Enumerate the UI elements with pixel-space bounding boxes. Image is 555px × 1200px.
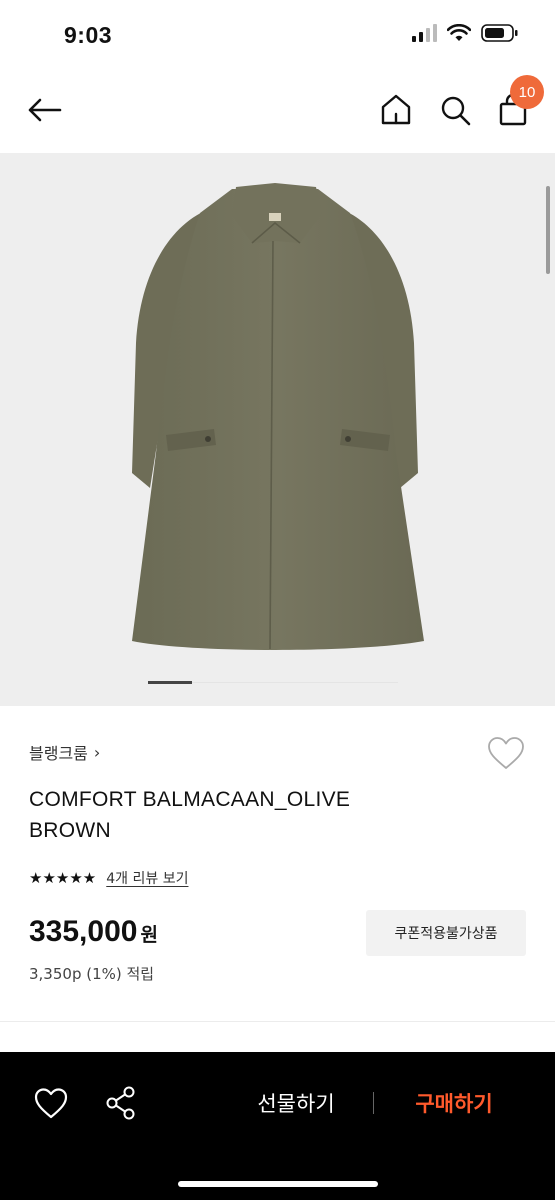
status-icons <box>411 24 519 42</box>
heart-icon <box>488 737 524 769</box>
price-currency: 원 <box>140 924 158 946</box>
scrollbar-thumb[interactable] <box>546 186 550 274</box>
heart-icon <box>34 1088 68 1119</box>
coupon-unavailable-tag: 쿠폰적용불가상품 <box>366 910 526 956</box>
product-image <box>132 183 424 650</box>
buy-button[interactable]: 구매하기 <box>394 1082 514 1124</box>
page-indicator-track <box>192 682 398 683</box>
chevron-right-icon: › <box>93 742 101 762</box>
back-button[interactable] <box>22 90 66 130</box>
wishlist-button[interactable] <box>486 736 526 772</box>
share-button[interactable] <box>100 1082 142 1124</box>
brand-link[interactable]: 블랭크룸 › <box>29 740 100 764</box>
status-time: 9:03 <box>64 22 113 48</box>
status-bar: 9:03 <box>0 0 555 72</box>
home-icon <box>381 94 411 125</box>
bottom-wishlist-button[interactable] <box>30 1082 72 1124</box>
cart-count-badge: 10 <box>510 75 544 109</box>
bottom-bar-separator <box>373 1092 374 1114</box>
bottom-action-bar: 선물하기 구매하기 <box>0 1052 555 1200</box>
gallery-page-indicator <box>148 681 398 684</box>
home-indicator[interactable] <box>178 1181 378 1187</box>
page-indicator-active <box>148 681 192 684</box>
battery-icon <box>481 24 518 42</box>
product-image-gallery[interactable] <box>0 153 555 706</box>
price-row: 335,000 원 <box>29 915 158 949</box>
wifi-icon <box>447 24 471 41</box>
section-divider <box>0 1021 555 1022</box>
star-rating: ★★★★★ <box>29 869 97 887</box>
points-text: 3,350p (1%) 적립 <box>29 965 155 983</box>
rating-row: ★★★★★ 4개 리뷰 보기 <box>29 868 188 888</box>
search-icon <box>441 96 471 126</box>
home-button[interactable] <box>376 90 416 130</box>
back-arrow-icon <box>28 98 62 122</box>
search-button[interactable] <box>436 90 476 130</box>
price-value: 335,000 <box>29 915 138 948</box>
share-icon <box>106 1086 135 1120</box>
brand-name: 블랭크룸 <box>29 744 88 763</box>
product-title: COMFORT BALMACAAN_OLIVE BROWN <box>29 788 351 842</box>
top-navigation <box>0 72 555 150</box>
gift-button[interactable]: 선물하기 <box>236 1082 356 1124</box>
cellular-signal-icon <box>412 24 437 42</box>
review-link[interactable]: 4개 리뷰 보기 <box>106 868 188 888</box>
